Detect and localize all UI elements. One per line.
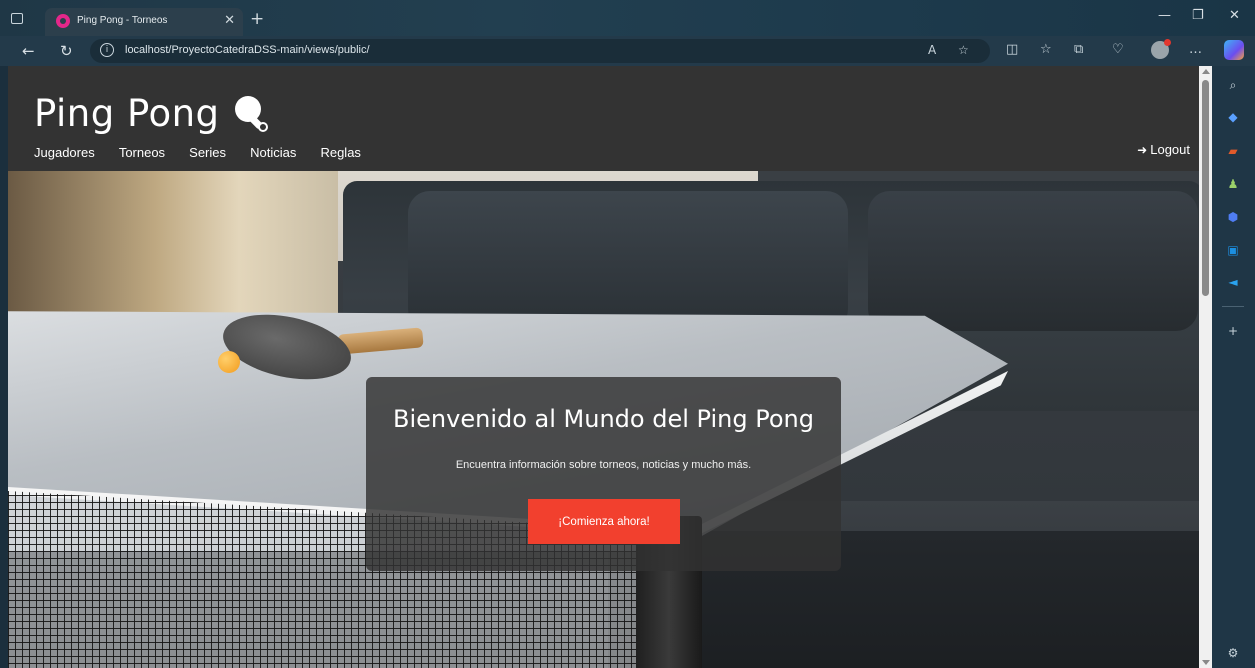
outlook-icon[interactable]: ▣ <box>1226 243 1240 257</box>
split-screen-icon[interactable]: ◫ <box>1006 42 1018 57</box>
refresh-icon[interactable]: ↻ <box>60 42 73 60</box>
favicon-icon <box>56 14 70 28</box>
nav-reglas[interactable]: Reglas <box>320 145 360 160</box>
close-tab-icon[interactable]: ✕ <box>224 13 235 28</box>
ping-pong-paddle-icon <box>235 96 268 132</box>
start-now-button[interactable]: ¡Comienza ahora! <box>528 499 680 544</box>
browser-essentials-icon[interactable]: ♡ <box>1112 42 1124 57</box>
collections-icon[interactable]: ⧉ <box>1074 42 1083 57</box>
hero-card: Bienvenido al Mundo del Ping Pong Encuen… <box>366 377 841 571</box>
shopping-icon[interactable]: ◆ <box>1226 110 1240 124</box>
scroll-thumb[interactable] <box>1202 80 1209 296</box>
copilot-icon[interactable] <box>1224 40 1244 60</box>
edge-sidebar: ⌕ ◆ ▰ ♟ ⬢ ▣ ◄ + ⚙ <box>1212 66 1255 668</box>
sidebar-divider <box>1222 306 1244 307</box>
read-aloud-icon[interactable]: A <box>928 43 936 57</box>
browser-tab[interactable]: Ping Pong - Torneos ✕ <box>45 8 243 36</box>
address-bar[interactable]: i localhost/ProyectoCatedraDSS-main/view… <box>90 39 990 63</box>
logout-link[interactable]: ➜ Logout <box>1137 142 1190 157</box>
gear-icon[interactable]: ⚙ <box>1226 646 1240 660</box>
scroll-down-icon[interactable] <box>1202 660 1210 665</box>
page-scrollbar[interactable] <box>1199 66 1212 668</box>
hero-subtitle: Encuentra información sobre torneos, not… <box>455 459 752 471</box>
minimize-icon[interactable]: — <box>1158 8 1171 23</box>
browser-titlebar: Ping Pong - Torneos ✕ + — ❐ ✕ <box>0 0 1255 36</box>
site-brand[interactable]: Ping Pong <box>34 92 220 135</box>
logout-label: Logout <box>1150 142 1190 157</box>
star-icon[interactable]: ☆ <box>958 43 969 57</box>
site-header: Ping Pong Jugadores Torneos Series Notic… <box>8 66 1199 171</box>
tools-icon[interactable]: ▰ <box>1226 144 1240 158</box>
sign-out-icon: ➜ <box>1137 143 1148 157</box>
microsoft365-icon[interactable]: ⬢ <box>1226 210 1240 224</box>
nav-torneos[interactable]: Torneos <box>119 145 165 160</box>
url-text[interactable]: localhost/ProyectoCatedraDSS-main/views/… <box>125 44 370 56</box>
back-arrow-icon[interactable]: ← <box>22 42 35 60</box>
browser-toolbar: ← ↻ i localhost/ProyectoCatedraDSS-main/… <box>0 36 1255 66</box>
main-nav: Jugadores Torneos Series Noticias Reglas <box>34 142 380 161</box>
games-icon[interactable]: ♟ <box>1226 177 1240 191</box>
close-window-icon[interactable]: ✕ <box>1229 8 1240 23</box>
favorites-list-icon[interactable]: ☆ <box>1040 42 1052 57</box>
hero-section: Bienvenido al Mundo del Ping Pong Encuen… <box>8 171 1199 668</box>
nav-jugadores[interactable]: Jugadores <box>34 145 95 160</box>
scroll-up-icon[interactable] <box>1202 69 1210 74</box>
restore-icon[interactable]: ❐ <box>1192 8 1204 23</box>
info-icon[interactable]: i <box>100 43 114 57</box>
page-viewport: Ping Pong Jugadores Torneos Series Notic… <box>8 66 1199 668</box>
nav-noticias[interactable]: Noticias <box>250 145 296 160</box>
add-icon[interactable]: + <box>1226 324 1240 338</box>
new-tab-icon[interactable]: + <box>250 9 264 29</box>
hero-title: Bienvenido al Mundo del Ping Pong <box>393 405 814 433</box>
tab-actions-icon[interactable] <box>11 13 23 24</box>
nav-series[interactable]: Series <box>189 145 226 160</box>
more-icon[interactable]: … <box>1189 42 1202 57</box>
tab-title: Ping Pong - Torneos <box>77 15 168 26</box>
profile-avatar[interactable] <box>1151 39 1171 59</box>
drop-icon[interactable]: ◄ <box>1226 275 1240 289</box>
search-icon[interactable]: ⌕ <box>1226 78 1240 92</box>
